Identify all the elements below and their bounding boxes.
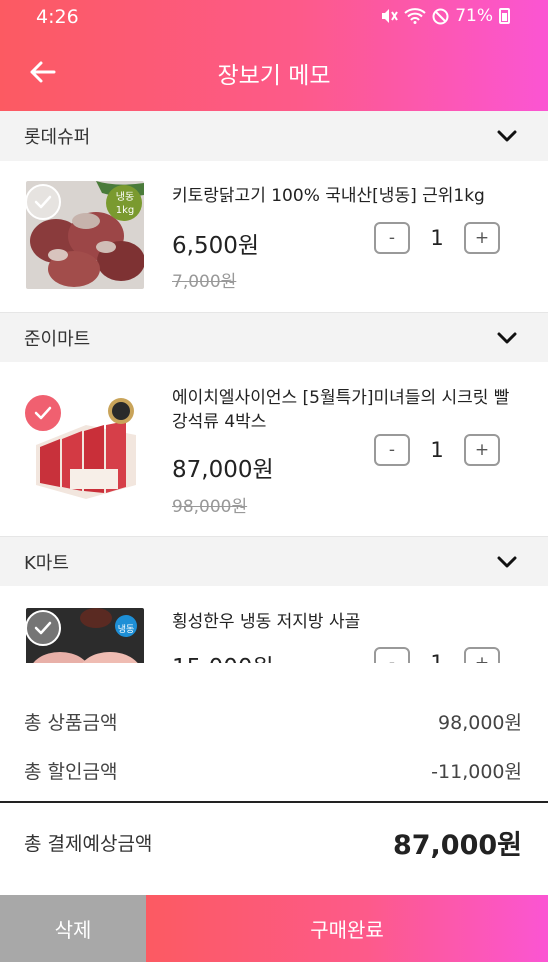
checkmark-icon xyxy=(34,621,52,635)
product-total-row: 총 상품금액 98,000원 xyxy=(24,708,522,735)
blocked-icon xyxy=(432,8,449,24)
status-time: 4:26 xyxy=(36,6,79,28)
increase-button[interactable]: + xyxy=(464,222,500,254)
original-price: 98,000원 xyxy=(172,497,248,517)
decrease-button[interactable]: - xyxy=(374,222,410,254)
select-checkbox[interactable] xyxy=(25,395,61,431)
quantity-value: 1 xyxy=(430,226,444,250)
decrease-button[interactable]: - xyxy=(374,434,410,466)
quantity-stepper: - 1 + xyxy=(374,647,500,663)
chevron-down-icon[interactable] xyxy=(496,327,518,349)
mute-icon xyxy=(382,9,399,23)
checkmark-icon xyxy=(34,195,52,209)
select-checkbox[interactable] xyxy=(25,184,61,220)
store-name: 준이마트 xyxy=(24,328,91,350)
battery-icon xyxy=(499,8,510,24)
discount-value: -11,000원 xyxy=(431,761,522,783)
product-total-value: 98,000원 xyxy=(438,712,522,734)
app-bar: 장보기 메모 xyxy=(0,34,548,111)
price-summary: 총 상품금액 98,000원 총 할인금액 -11,000원 총 결제예상금액 … xyxy=(0,686,548,895)
quantity-value: 1 xyxy=(430,651,444,663)
increase-button[interactable]: + xyxy=(464,647,500,663)
select-checkbox[interactable] xyxy=(25,610,61,646)
product-name[interactable]: 키토랑닭고기 100% 국내산[냉동] 근위1kg xyxy=(172,184,524,208)
product-price: 87,000원 xyxy=(172,457,274,483)
increase-button[interactable]: + xyxy=(464,434,500,466)
expected-total-value: 87,000원 xyxy=(392,830,522,861)
purchase-complete-button[interactable]: 구매완료 xyxy=(146,895,548,962)
store-name: K마트 xyxy=(24,552,69,574)
delete-button[interactable]: 삭제 xyxy=(0,895,146,962)
discount-row: 총 할인금액 -11,000원 xyxy=(24,757,522,784)
wifi-icon xyxy=(404,8,426,24)
product-item: 에이치엘사이언스 [5월특가]미녀들의 시크릿 빨강석류 4박스 87,000원… xyxy=(0,362,548,536)
product-item: 냉동 1kg 키토랑닭고기 100% 국내산[냉동] 근위1kg 6,500원 … xyxy=(0,161,548,312)
product-name[interactable]: 횡성한우 냉동 저지방 사골 xyxy=(172,610,524,634)
page-title: 장보기 메모 xyxy=(217,63,331,89)
chevron-down-icon[interactable] xyxy=(496,551,518,573)
checkmark-icon xyxy=(34,406,52,420)
product-price: 15,000원 xyxy=(172,648,274,663)
product-item: 냉동 횡성한우 냉동 저지방 사골 15,000원 - 1 + xyxy=(0,586,548,663)
product-price: 6,500원 xyxy=(172,233,260,259)
quantity-value: 1 xyxy=(430,438,444,462)
bottom-action-bar: 삭제 구매완료 xyxy=(0,895,548,962)
store-header-juni[interactable]: 준이마트 xyxy=(0,312,548,362)
quantity-stepper: - 1 + xyxy=(374,434,500,466)
store-header-kmart[interactable]: K마트 xyxy=(0,536,548,586)
product-badge: 냉동 xyxy=(117,625,135,635)
top-bar: 4:26 71% 장보기 메모 xyxy=(0,0,548,111)
chevron-down-icon[interactable] xyxy=(496,125,518,147)
summary-divider xyxy=(0,801,548,803)
store-header-lotte[interactable]: 롯데슈퍼 xyxy=(0,111,548,161)
product-name[interactable]: 에이치엘사이언스 [5월특가]미녀들의 시크릿 빨강석류 4박스 xyxy=(172,386,524,434)
expected-total-row: 총 결제예상금액 87,000원 xyxy=(24,823,522,862)
product-badge: 냉동 1kg xyxy=(115,192,135,216)
store-name: 롯데슈퍼 xyxy=(24,127,91,148)
discount-label: 총 할인금액 xyxy=(24,761,118,783)
status-icons: 71% xyxy=(380,6,510,26)
original-price: 7,000원 xyxy=(172,272,237,292)
quantity-stepper: - 1 + xyxy=(374,222,500,254)
battery-percent: 71% xyxy=(455,6,493,26)
expected-total-label: 총 결제예상금액 xyxy=(24,833,153,855)
product-total-label: 총 상품금액 xyxy=(24,712,118,734)
decrease-button[interactable]: - xyxy=(374,647,410,663)
status-bar: 4:26 71% xyxy=(0,0,548,34)
store-list[interactable]: 롯데슈퍼 냉동 1kg 키토랑닭고기 100% 국내산[냉동] 근위1kg 6,… xyxy=(0,111,548,663)
